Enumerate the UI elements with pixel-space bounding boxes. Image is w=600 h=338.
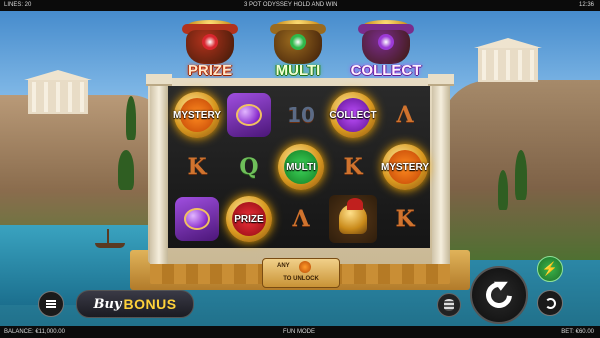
clock: 12:36	[578, 2, 594, 8]
pot-gem-icon	[378, 34, 394, 50]
letter-symbol: Q	[239, 154, 259, 180]
reel-symbol	[328, 194, 378, 244]
top-bar: LINES: 20 3 POT ODYSSEY HOLD AND WIN 12:…	[0, 0, 600, 11]
reel-symbol: MYSTERY	[172, 90, 222, 140]
letter-symbol: K	[395, 206, 415, 232]
bonus-coin-multi: MULTI	[278, 144, 324, 190]
bonus-coin-collect: COLLECT	[329, 92, 377, 138]
helmet-shape	[339, 198, 367, 234]
unlock-any-text: ANY	[277, 263, 290, 269]
pot-gem-icon	[202, 34, 218, 50]
buy-label: Buy	[93, 296, 122, 312]
reel-symbol: Q	[224, 142, 274, 192]
tree	[515, 150, 527, 200]
letter-symbol: Λ	[292, 206, 310, 232]
coin-label: MYSTERY	[173, 109, 221, 121]
pot-gem-icon	[290, 34, 306, 50]
pot-multi	[270, 20, 326, 68]
bonus-label: BONUS	[123, 296, 177, 312]
unlock-text: TO UNLOCK	[283, 276, 319, 282]
autoplay-icon	[544, 297, 556, 309]
bonus-coin-mystery: MYSTERY	[381, 144, 429, 190]
mode-label: FUN MODE	[283, 329, 315, 335]
coin-label: COLLECT	[329, 109, 377, 121]
pot-collect	[358, 20, 414, 68]
reel-symbol: K	[172, 142, 222, 192]
pot-prize	[182, 20, 238, 68]
bottom-bar: BALANCE: €11,000.00 FUN MODE BET: €60.00	[0, 326, 600, 338]
reel-symbol: K	[328, 142, 378, 192]
coin-core: COLLECT	[329, 98, 377, 132]
reel-symbol: MYSTERY	[380, 142, 430, 192]
autoplay-button[interactable]	[537, 290, 563, 316]
helmet-icon	[329, 195, 377, 243]
left-temple	[24, 70, 92, 114]
right-temple	[474, 38, 542, 82]
letter-symbol: K	[343, 154, 363, 180]
letter-symbol: Λ	[396, 102, 414, 128]
reel-symbol: Λ	[276, 194, 326, 244]
pot-label-prize: PRIZE	[187, 62, 233, 79]
pot-label-multi: MULTI	[275, 62, 321, 79]
grapes-icon	[227, 93, 271, 137]
turbo-button[interactable]: ⚡	[537, 256, 563, 282]
grapes-icon	[175, 197, 219, 241]
bet-label: BET: €60.00	[561, 329, 594, 335]
coin-label: MYSTERY	[381, 161, 429, 173]
grapes-bunch	[236, 104, 262, 126]
coin-stack-icon	[444, 299, 454, 311]
game-title: 3 POT ODYSSEY HOLD AND WIN	[244, 2, 338, 8]
spin-arrow-icon	[480, 276, 518, 314]
bonus-coin-mystery: MYSTERY	[173, 92, 221, 138]
grapes-bunch	[184, 208, 210, 230]
unlock-panel: ANY TO UNLOCK	[262, 258, 340, 288]
menu-button[interactable]	[38, 291, 64, 317]
tree	[498, 170, 508, 210]
coin-core: MYSTERY	[173, 98, 221, 132]
coin-core: MYSTERY	[381, 150, 429, 184]
lightning-icon: ⚡	[541, 261, 559, 276]
lines-label: LINES: 20	[4, 2, 32, 8]
reel-symbol: MULTI	[276, 142, 326, 192]
orange-coin-icon	[299, 261, 311, 273]
reel-symbol: Λ	[380, 90, 430, 140]
buy-bonus-button[interactable]: Buy BONUS	[76, 290, 194, 318]
pot-label-collect: COLLECT	[350, 62, 422, 79]
reel-symbol: COLLECT	[328, 90, 378, 140]
boat	[95, 229, 125, 248]
left-column	[146, 74, 172, 264]
coin-core: MULTI	[284, 150, 318, 184]
letter-symbol: K	[187, 154, 207, 180]
letter-symbol: 10	[287, 103, 315, 127]
bonus-coin-prize: PRIZE	[226, 196, 272, 242]
balance-label: BALANCE: €11,000.00	[4, 329, 65, 335]
reel-symbol	[172, 194, 222, 244]
reel-symbol: K	[380, 194, 430, 244]
spin-button[interactable]	[470, 266, 528, 324]
coin-label: MULTI	[286, 161, 316, 173]
bet-settings-button[interactable]	[437, 293, 461, 317]
reel-symbol: 10	[276, 90, 326, 140]
reel-symbol	[224, 90, 274, 140]
right-column	[428, 74, 454, 264]
reel-symbol: PRIZE	[224, 194, 274, 244]
coin-core: PRIZE	[232, 202, 266, 236]
coin-label: PRIZE	[234, 213, 264, 225]
tree	[118, 150, 134, 190]
tree	[126, 96, 136, 140]
hamburger-icon	[46, 300, 56, 308]
